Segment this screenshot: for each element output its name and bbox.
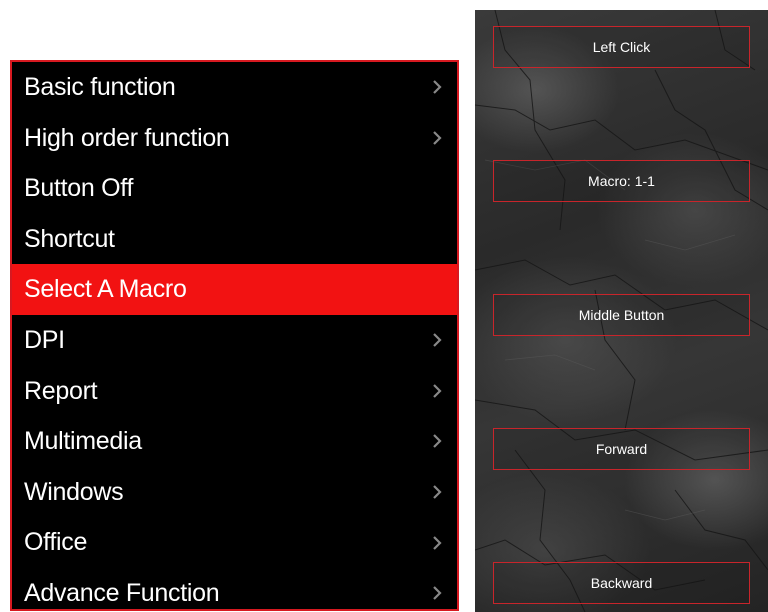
menu-item-label: Multimedia	[24, 427, 142, 456]
menu-item-label: Basic function	[24, 73, 176, 101]
chevron-right-icon	[431, 416, 443, 467]
function-menu: Basic function High order function Butto…	[10, 60, 459, 611]
forward-button[interactable]: Forward	[493, 428, 750, 470]
menu-item-office[interactable]: Office	[12, 517, 457, 568]
menu-item-basic-function[interactable]: Basic function	[12, 62, 457, 113]
chevron-right-icon	[431, 113, 443, 164]
menu-item-multimedia[interactable]: Multimedia	[12, 416, 457, 467]
middle-button[interactable]: Middle Button	[493, 294, 750, 336]
chevron-right-icon	[431, 62, 443, 113]
left-click-button[interactable]: Left Click	[493, 26, 750, 68]
menu-item-label: Shortcut	[24, 224, 115, 253]
menu-item-label: Windows	[24, 477, 124, 506]
chevron-right-icon	[431, 517, 443, 568]
menu-item-report[interactable]: Report	[12, 366, 457, 417]
menu-item-advance-function[interactable]: Advance Function	[12, 568, 457, 612]
menu-item-label: High order function	[24, 123, 230, 152]
button-assignment-panel: Left Click Macro: 1-1 Middle Button Forw…	[475, 10, 768, 612]
chevron-right-icon	[431, 366, 443, 417]
app-stage: Basic function High order function Butto…	[0, 0, 768, 612]
menu-item-select-a-macro[interactable]: Select A Macro	[12, 264, 457, 315]
menu-item-label: Select A Macro	[24, 275, 187, 304]
menu-item-label: Advance Function	[24, 578, 220, 607]
menu-item-label: Office	[24, 528, 88, 557]
menu-item-button-off[interactable]: Button Off	[12, 163, 457, 214]
chevron-right-icon	[431, 467, 443, 518]
menu-item-shortcut[interactable]: Shortcut	[12, 214, 457, 265]
menu-item-dpi[interactable]: DPI	[12, 315, 457, 366]
macro-button[interactable]: Macro: 1-1	[493, 160, 750, 202]
chevron-right-icon	[431, 568, 443, 612]
menu-item-label: Report	[24, 376, 98, 405]
menu-item-high-order-function[interactable]: High order function	[12, 113, 457, 164]
chevron-right-icon	[431, 315, 443, 366]
menu-item-windows[interactable]: Windows	[12, 467, 457, 518]
backward-button[interactable]: Backward	[493, 562, 750, 604]
menu-item-label: DPI	[24, 325, 65, 354]
menu-item-label: Button Off	[24, 174, 134, 203]
